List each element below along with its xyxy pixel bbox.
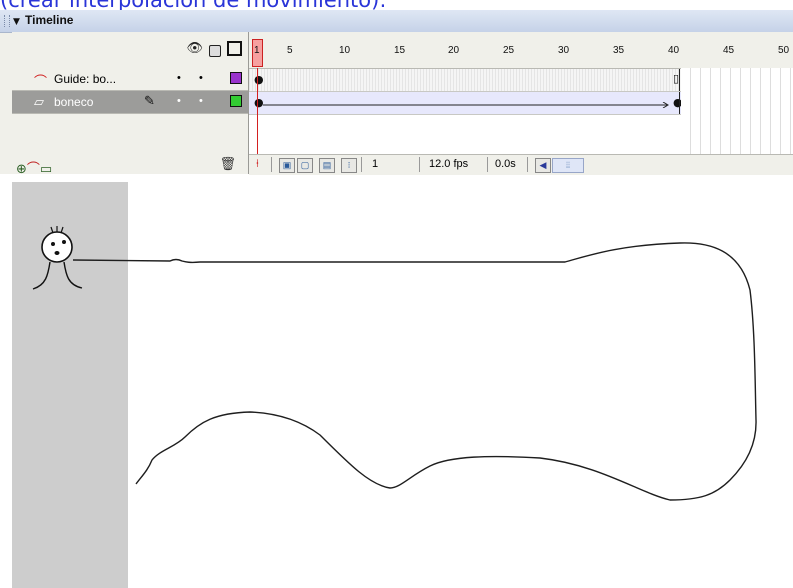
motion-guide-path[interactable] xyxy=(72,242,757,501)
stick-figure-icon[interactable] xyxy=(32,226,83,290)
drawing-layer xyxy=(32,226,757,501)
